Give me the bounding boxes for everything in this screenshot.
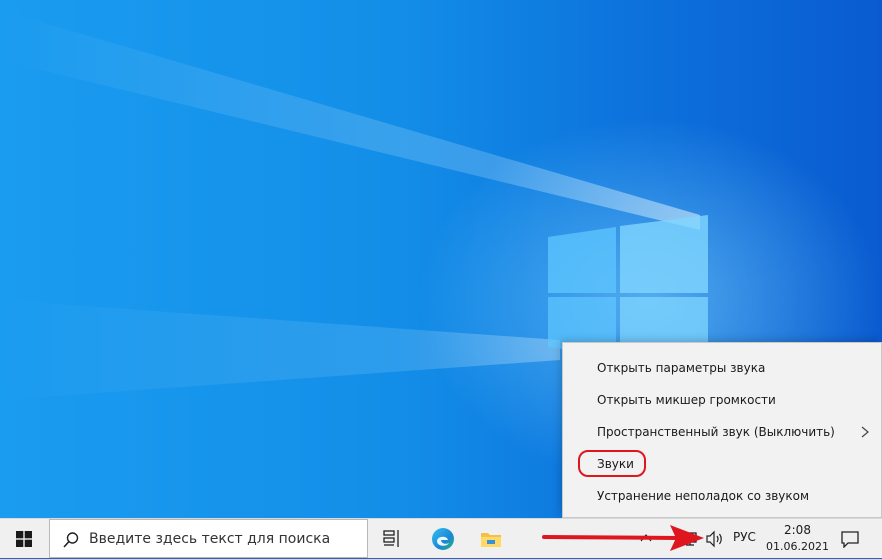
- file-explorer-icon: [481, 533, 501, 547]
- taskbar: Введите здесь текст для поиска РУС 2:08 …: [0, 518, 882, 558]
- search-placeholder: Введите здесь текст для поиска: [89, 531, 331, 547]
- edge-button[interactable]: [419, 519, 467, 559]
- menu-item-label: Открыть параметры звука: [597, 361, 766, 375]
- clock-time[interactable]: 2:08: [784, 523, 811, 537]
- menu-item-label: Открыть микшер громкости: [597, 393, 776, 407]
- highlight-annotation: [578, 450, 646, 477]
- clock-date[interactable]: 01.06.2021: [766, 540, 829, 553]
- menu-item-label: Устранение неполадок со звуком: [597, 489, 810, 503]
- notification-center-icon[interactable]: [840, 530, 860, 548]
- windows-logo-wallpaper: [548, 215, 708, 357]
- sound-context-menu: Открыть параметры звука Открыть микшер г…: [562, 342, 882, 518]
- chevron-right-icon: [861, 426, 869, 438]
- input-language-indicator[interactable]: РУС: [733, 530, 756, 544]
- file-explorer-button[interactable]: [467, 519, 515, 559]
- menu-item-label: Пространственный звук (Выключить): [597, 425, 835, 439]
- task-view-icon: [383, 530, 399, 547]
- edge-icon: [432, 528, 454, 550]
- menu-item-troubleshoot-sound[interactable]: Устранение неполадок со звуком: [563, 480, 881, 512]
- taskbar-search-box[interactable]: Введите здесь текст для поиска: [49, 519, 368, 558]
- network-icon[interactable]: [682, 531, 698, 547]
- speaker-icon[interactable]: [705, 530, 725, 548]
- menu-item-open-volume-mixer[interactable]: Открыть микшер громкости: [563, 384, 881, 416]
- search-icon: [63, 532, 79, 548]
- menu-item-spatial-sound[interactable]: Пространственный звук (Выключить): [563, 416, 881, 448]
- menu-item-open-sound-settings[interactable]: Открыть параметры звука: [563, 352, 881, 384]
- windows-start-icon: [16, 531, 32, 547]
- task-view-button[interactable]: [368, 519, 416, 559]
- chevron-up-icon[interactable]: [640, 532, 652, 544]
- start-button[interactable]: [0, 519, 48, 559]
